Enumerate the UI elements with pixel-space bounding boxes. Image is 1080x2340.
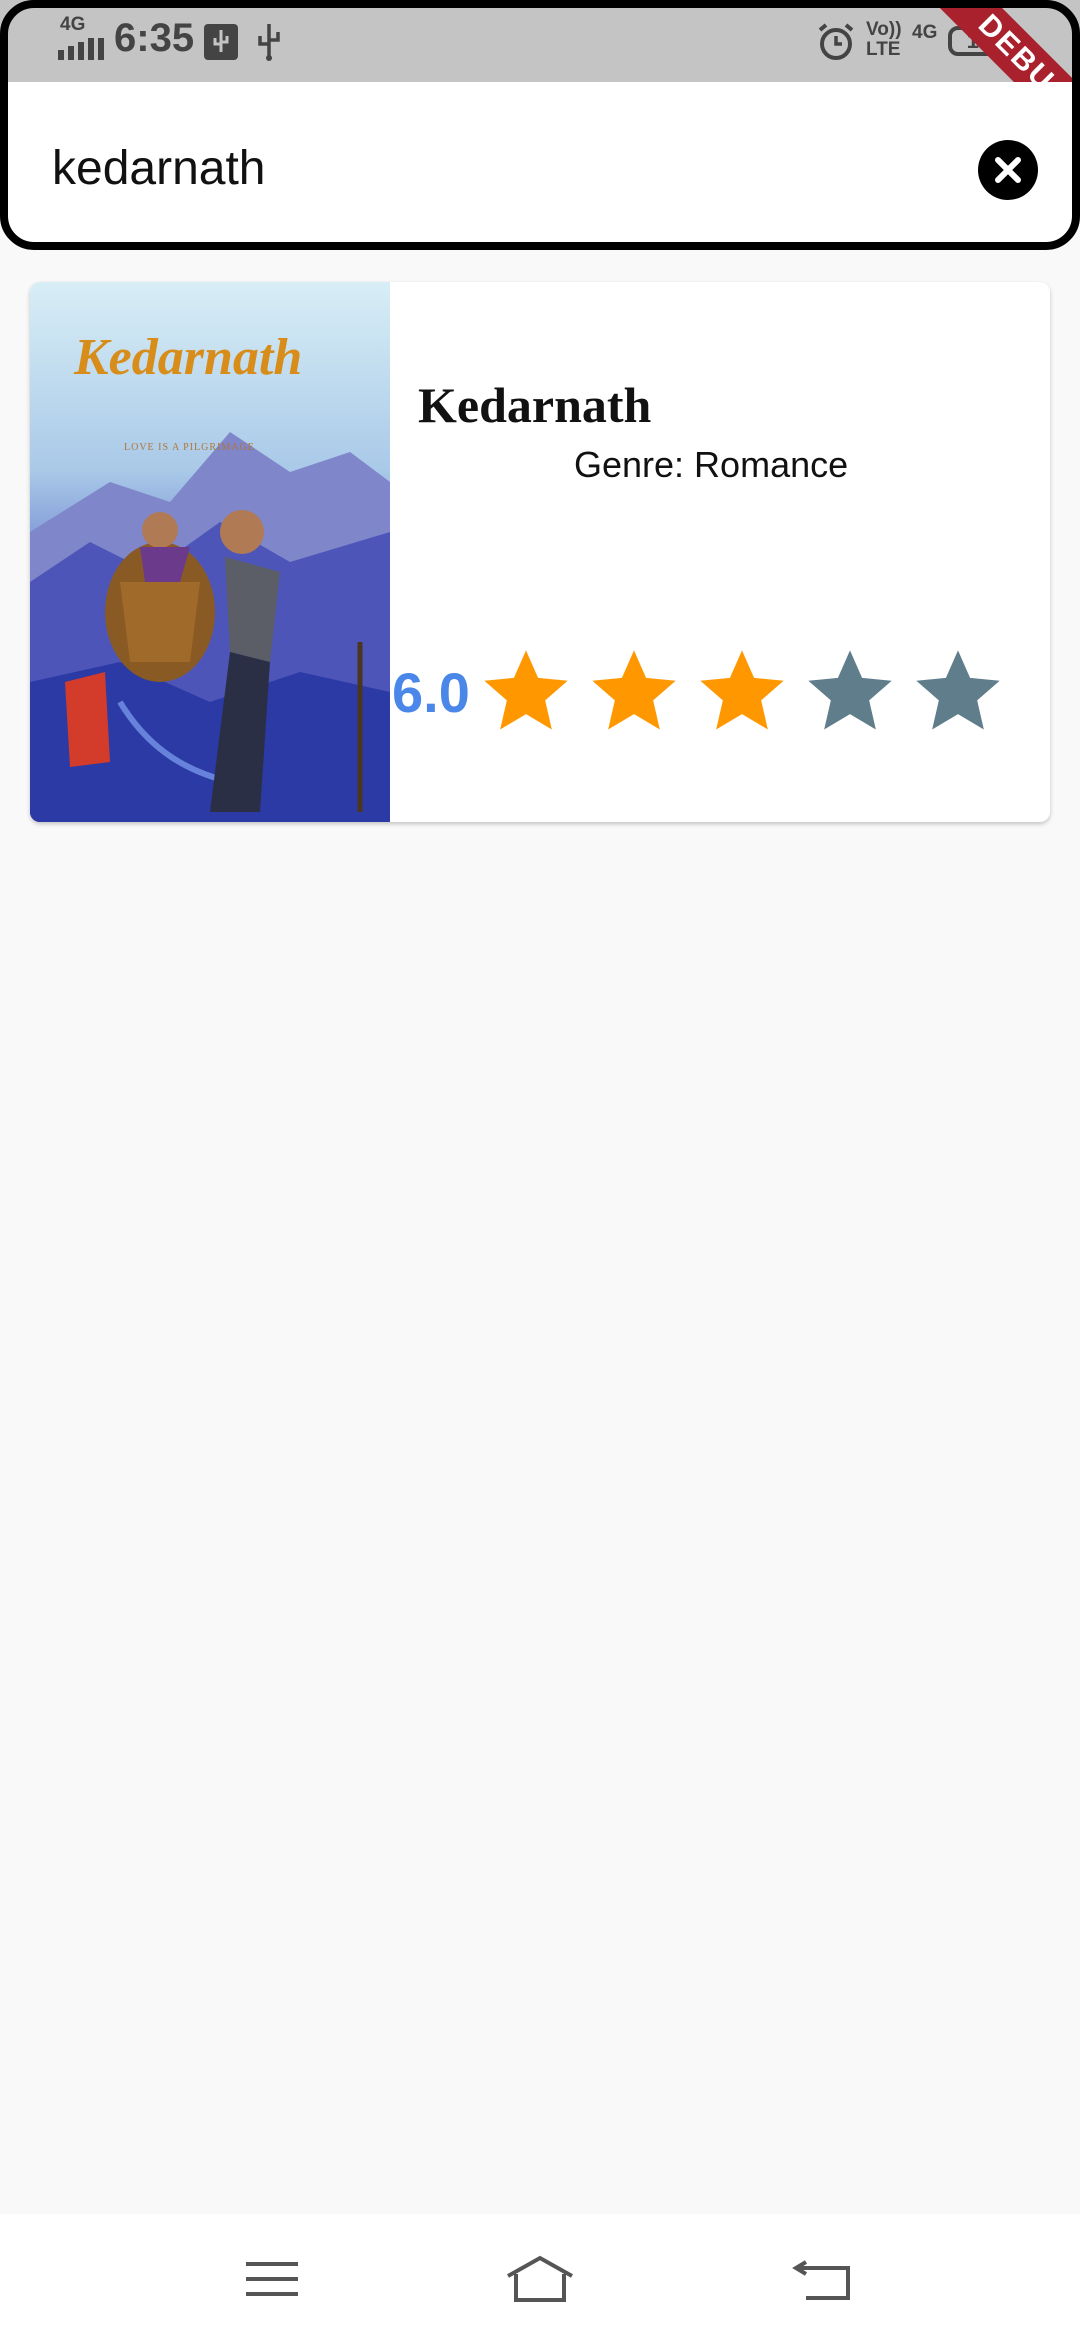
search-input[interactable] xyxy=(50,137,954,199)
movie-title: Kedarnath xyxy=(418,377,652,433)
clock: 6:35 xyxy=(114,16,195,60)
rating-row: 6.0 xyxy=(392,642,1008,742)
star-empty-icon xyxy=(808,650,892,730)
network-type: 4G xyxy=(60,14,86,35)
movie-card[interactable]: Kedarnath LOVE IS A PILGRIMAGE Kedarnath… xyxy=(30,282,1050,822)
search-bar xyxy=(8,82,1072,242)
nav-back-button[interactable] xyxy=(784,2244,864,2314)
usb-debug-icon xyxy=(204,24,238,60)
star-filled-icon xyxy=(700,650,784,730)
signal-icon xyxy=(58,38,104,60)
star-filled-icon xyxy=(592,650,676,730)
alarm-icon xyxy=(818,23,854,60)
poster-tagline: LOVE IS A PILGRIMAGE xyxy=(124,442,255,453)
volte-indicator: Vo)) LTE xyxy=(866,19,902,60)
rating-value: 6.0 xyxy=(392,660,470,724)
poster-title: Kedarnath xyxy=(74,329,303,386)
nav-home-button[interactable] xyxy=(500,2244,580,2314)
status-bar: 4G 6:35 Vo)) LTE 4G 100 DEBUG xyxy=(0,0,1080,166)
4g-indicator: 4G xyxy=(912,22,938,43)
home-icon xyxy=(507,2255,573,2302)
star-empty-icon xyxy=(916,650,1000,730)
nav-menu-button[interactable] xyxy=(232,2244,312,2314)
system-nav-bar xyxy=(0,2214,1080,2340)
close-icon xyxy=(995,157,1021,183)
star-filled-icon xyxy=(484,650,568,730)
back-icon xyxy=(792,2260,850,2300)
menu-icon xyxy=(246,2262,298,2296)
star-rating xyxy=(476,642,1008,742)
movie-genre: Genre: Romance xyxy=(574,444,849,485)
movie-poster[interactable]: Kedarnath LOVE IS A PILGRIMAGE xyxy=(30,282,390,822)
clear-search-button[interactable] xyxy=(978,140,1038,200)
usb-icon xyxy=(258,24,280,61)
